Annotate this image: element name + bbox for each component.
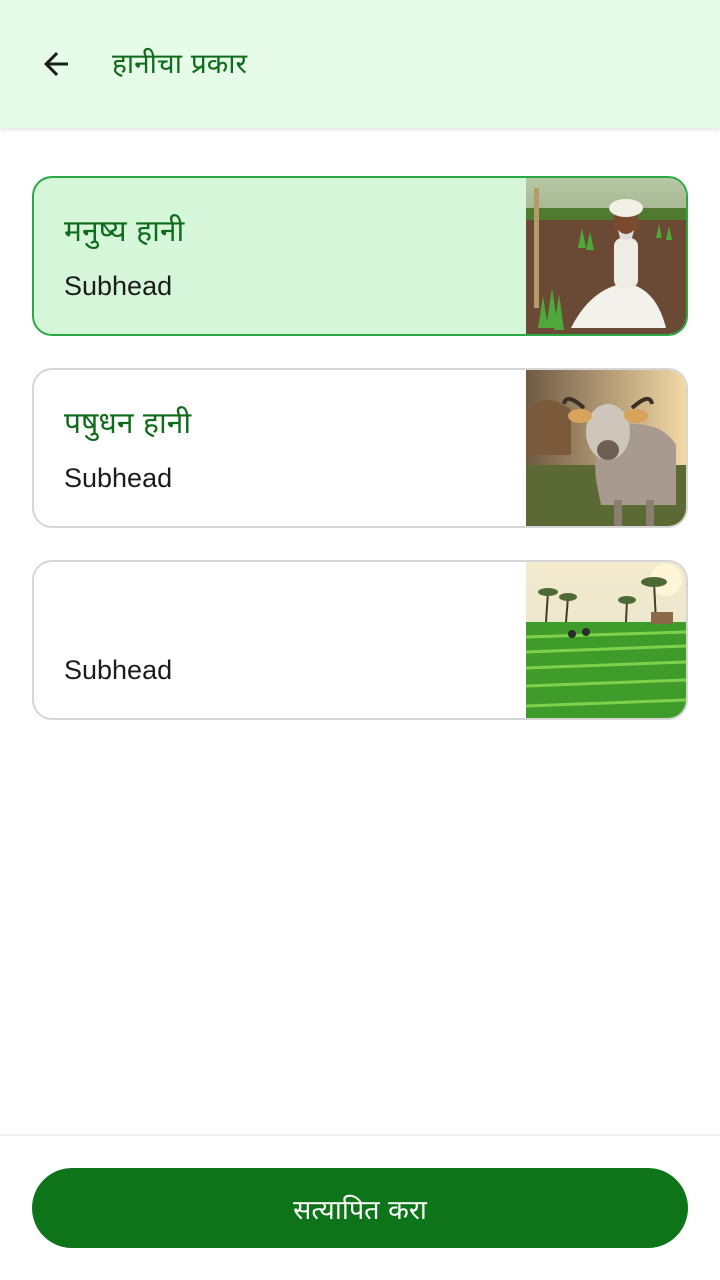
page-title: हानीचा प्रकार <box>112 47 247 80</box>
option-card-human-loss[interactable]: मनुष्य हानी Subhead <box>32 176 688 336</box>
option-card-livestock-loss[interactable]: पषुधन हानी Subhead <box>32 368 688 528</box>
option-title: पषुधन हानी <box>64 406 192 441</box>
back-button[interactable] <box>24 40 88 88</box>
bottom-divider <box>0 1134 720 1136</box>
cow-photo <box>526 370 686 526</box>
app-bar: हानीचा प्रकार <box>0 0 720 128</box>
farmer-in-field-photo <box>526 178 686 334</box>
option-subhead: Subhead <box>64 655 173 685</box>
verify-button[interactable]: सत्यापित करा <box>32 1168 688 1248</box>
option-card-crop-loss[interactable]: Subhead <box>32 560 688 720</box>
option-subhead: Subhead <box>64 271 173 301</box>
verify-button-label: सत्यापित करा <box>293 1194 427 1226</box>
option-subhead: Subhead <box>64 463 173 493</box>
option-title: मनुष्य हानी <box>64 214 185 249</box>
arrow-left-icon <box>44 52 68 76</box>
rice-field-photo <box>526 562 686 718</box>
